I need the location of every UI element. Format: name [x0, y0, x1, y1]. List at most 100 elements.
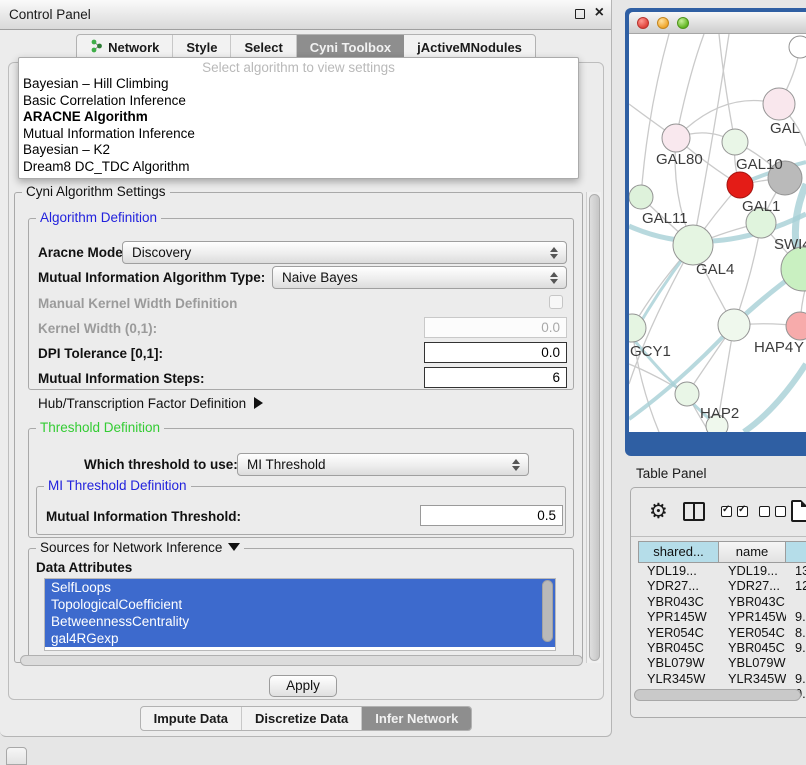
- table-row[interactable]: YDL19...YDL19...13: [638, 563, 806, 578]
- table-row[interactable]: YPR145WYPR145W9.: [638, 609, 806, 624]
- network-node-HAP4[interactable]: [718, 309, 750, 341]
- tab-impute-data[interactable]: Impute Data: [141, 707, 242, 730]
- table-row[interactable]: YDR27...YDR27...12: [638, 578, 806, 593]
- collapsed-panel-icon[interactable]: [6, 747, 27, 765]
- network-node-GAL10[interactable]: [722, 129, 748, 155]
- network-node-GAL11[interactable]: [629, 185, 653, 209]
- table-cell: YBL079W: [638, 655, 719, 670]
- network-window-titlebar[interactable]: [629, 12, 806, 34]
- table-row[interactable]: YLR345WYLR345W9.: [638, 671, 806, 686]
- algorithm-option[interactable]: Dream8 DC_TDC Algorithm: [19, 159, 578, 176]
- control-panel: Control Panel × NetworkStyleSelectCyni T…: [0, 0, 612, 737]
- network-edge[interactable]: [629, 245, 693, 384]
- column-header-name[interactable]: name: [719, 541, 786, 563]
- mi-steps-input[interactable]: 6: [424, 367, 567, 388]
- table-cell: 8.: [786, 625, 806, 640]
- algorithm-option[interactable]: Mutual Information Inference: [19, 126, 578, 143]
- settings-scrollbar-track[interactable]: [586, 192, 601, 663]
- close-icon[interactable]: ×: [595, 4, 604, 22]
- dpi-tolerance-label: DPI Tolerance [0,1]:: [38, 346, 163, 361]
- apply-button[interactable]: Apply: [269, 675, 337, 697]
- node-label-Y: Y: [794, 339, 804, 356]
- table-cell: YPR145W: [719, 609, 786, 624]
- sources-toggle[interactable]: Sources for Network Inference: [36, 540, 244, 555]
- tab-infer-network[interactable]: Infer Network: [362, 707, 471, 730]
- group-title: Algorithm Definition: [36, 210, 161, 225]
- tab-label: Discretize Data: [255, 711, 348, 726]
- tab-label: Cyni Toolbox: [310, 40, 391, 55]
- node-label-GAL4: GAL4: [696, 261, 734, 278]
- tab-label: Network: [108, 40, 159, 55]
- table-row[interactable]: YBR045CYBR045C9.: [638, 640, 806, 655]
- network-node-Y[interactable]: [786, 312, 806, 340]
- group-title: Threshold Definition: [36, 420, 164, 435]
- mi-steps-label: Mutual Information Steps:: [38, 371, 205, 386]
- expand-right-icon: [254, 397, 263, 409]
- network-node-GAL[interactable]: [763, 88, 795, 120]
- horizontal-scrollbar[interactable]: [20, 655, 583, 666]
- manual-kernel-checkbox[interactable]: [549, 295, 563, 309]
- tab-label: jActiveMNodules: [417, 40, 522, 55]
- attribute-item[interactable]: gal4RGexp: [45, 630, 555, 647]
- column-header-A[interactable]: A: [786, 541, 806, 563]
- network-edge[interactable]: [744, 364, 806, 432]
- mi-threshold-input[interactable]: 0.5: [420, 505, 563, 526]
- close-traffic-light[interactable]: [637, 17, 649, 29]
- network-node[interactable]: [789, 36, 806, 58]
- table-row[interactable]: YBR043CYBR043C: [638, 594, 806, 609]
- node-label-GAL80: GAL80: [656, 151, 703, 168]
- select-all-icon[interactable]: [721, 506, 748, 517]
- algorithm-option[interactable]: Basic Correlation Inference: [19, 93, 578, 110]
- mi-threshold-label: Mutual Information Threshold:: [46, 509, 241, 524]
- table-cell: YLR345W: [638, 671, 719, 686]
- table-cell: YBR043C: [638, 594, 719, 609]
- node-label-HAP2: HAP2: [700, 405, 739, 422]
- split-columns-icon[interactable]: [683, 502, 705, 521]
- table-cell: 12: [786, 578, 806, 593]
- attributes-list-scrollbar[interactable]: [542, 580, 553, 642]
- kernel-width-input[interactable]: 0.0: [424, 317, 567, 338]
- gear-icon[interactable]: ⚙: [649, 499, 668, 523]
- table-row[interactable]: YBL079WYBL079W: [638, 655, 806, 670]
- table-horizontal-scrollbar[interactable]: [634, 689, 801, 701]
- network-graph[interactable]: GALGAL80GAL10GAL1SWI4GAL11GAL4GCY1HAP4YH…: [629, 34, 806, 432]
- aracne-mode-select[interactable]: Discovery: [122, 241, 567, 264]
- stepper-arrows-icon: [546, 272, 562, 284]
- table-cell: [786, 655, 806, 670]
- data-attributes-list[interactable]: SelfLoopsTopologicalCoefficientBetweenne…: [44, 578, 556, 651]
- attribute-item[interactable]: BetweennessCentrality: [45, 613, 555, 630]
- kernel-width-label: Kernel Width (0,1):: [38, 321, 157, 336]
- algorithm-option[interactable]: ARACNE Algorithm: [19, 109, 578, 126]
- zoom-traffic-light[interactable]: [677, 17, 689, 29]
- dpi-tolerance-input[interactable]: 0.0: [424, 342, 567, 363]
- deselect-all-icon[interactable]: [759, 506, 786, 517]
- network-node-GAL80[interactable]: [662, 124, 690, 152]
- node-table: shared...nameA YDL19...YDL19...13YDR27..…: [638, 541, 806, 702]
- network-node-HAP2[interactable]: [675, 382, 699, 406]
- attribute-item[interactable]: SelfLoops: [45, 579, 555, 596]
- float-window-icon[interactable]: [575, 9, 585, 19]
- new-table-icon[interactable]: [791, 500, 806, 522]
- settings-scrollbar-thumb[interactable]: [589, 194, 600, 661]
- table-cell: YBR045C: [638, 640, 719, 655]
- algorithm-option[interactable]: Bayesian – Hill Climbing: [19, 76, 578, 93]
- column-header-shared[interactable]: shared...: [638, 541, 719, 563]
- algorithm-option[interactable]: Bayesian – K2: [19, 142, 578, 159]
- network-node-GAL1[interactable]: [727, 172, 753, 198]
- table-row[interactable]: YER054CYER054C8.: [638, 625, 806, 640]
- network-node-GAL4[interactable]: [673, 225, 713, 265]
- dropdown-placeholder: Select algorithm to view settings: [19, 59, 578, 76]
- attribute-item[interactable]: TopologicalCoefficient: [45, 596, 555, 613]
- network-edge[interactable]: [676, 34, 704, 138]
- minimize-traffic-light[interactable]: [657, 17, 669, 29]
- tab-discretize-data[interactable]: Discretize Data: [242, 707, 362, 730]
- network-canvas[interactable]: GALGAL80GAL10GAL1SWI4GAL11GAL4GCY1HAP4YH…: [629, 34, 806, 432]
- mi-algorithm-type-select[interactable]: Naive Bayes: [272, 266, 567, 289]
- which-threshold-label: Which threshold to use:: [84, 457, 238, 472]
- mi-threshold-value: 0.5: [537, 508, 556, 523]
- hub-definition-toggle[interactable]: Hub/Transcription Factor Definition: [38, 396, 263, 411]
- table-panel-title: Table Panel: [636, 466, 707, 481]
- which-threshold-select[interactable]: MI Threshold: [237, 453, 529, 476]
- dropdown-items: Bayesian – Hill ClimbingBasic Correlatio…: [19, 76, 578, 175]
- node-label-GAL11: GAL11: [642, 210, 688, 227]
